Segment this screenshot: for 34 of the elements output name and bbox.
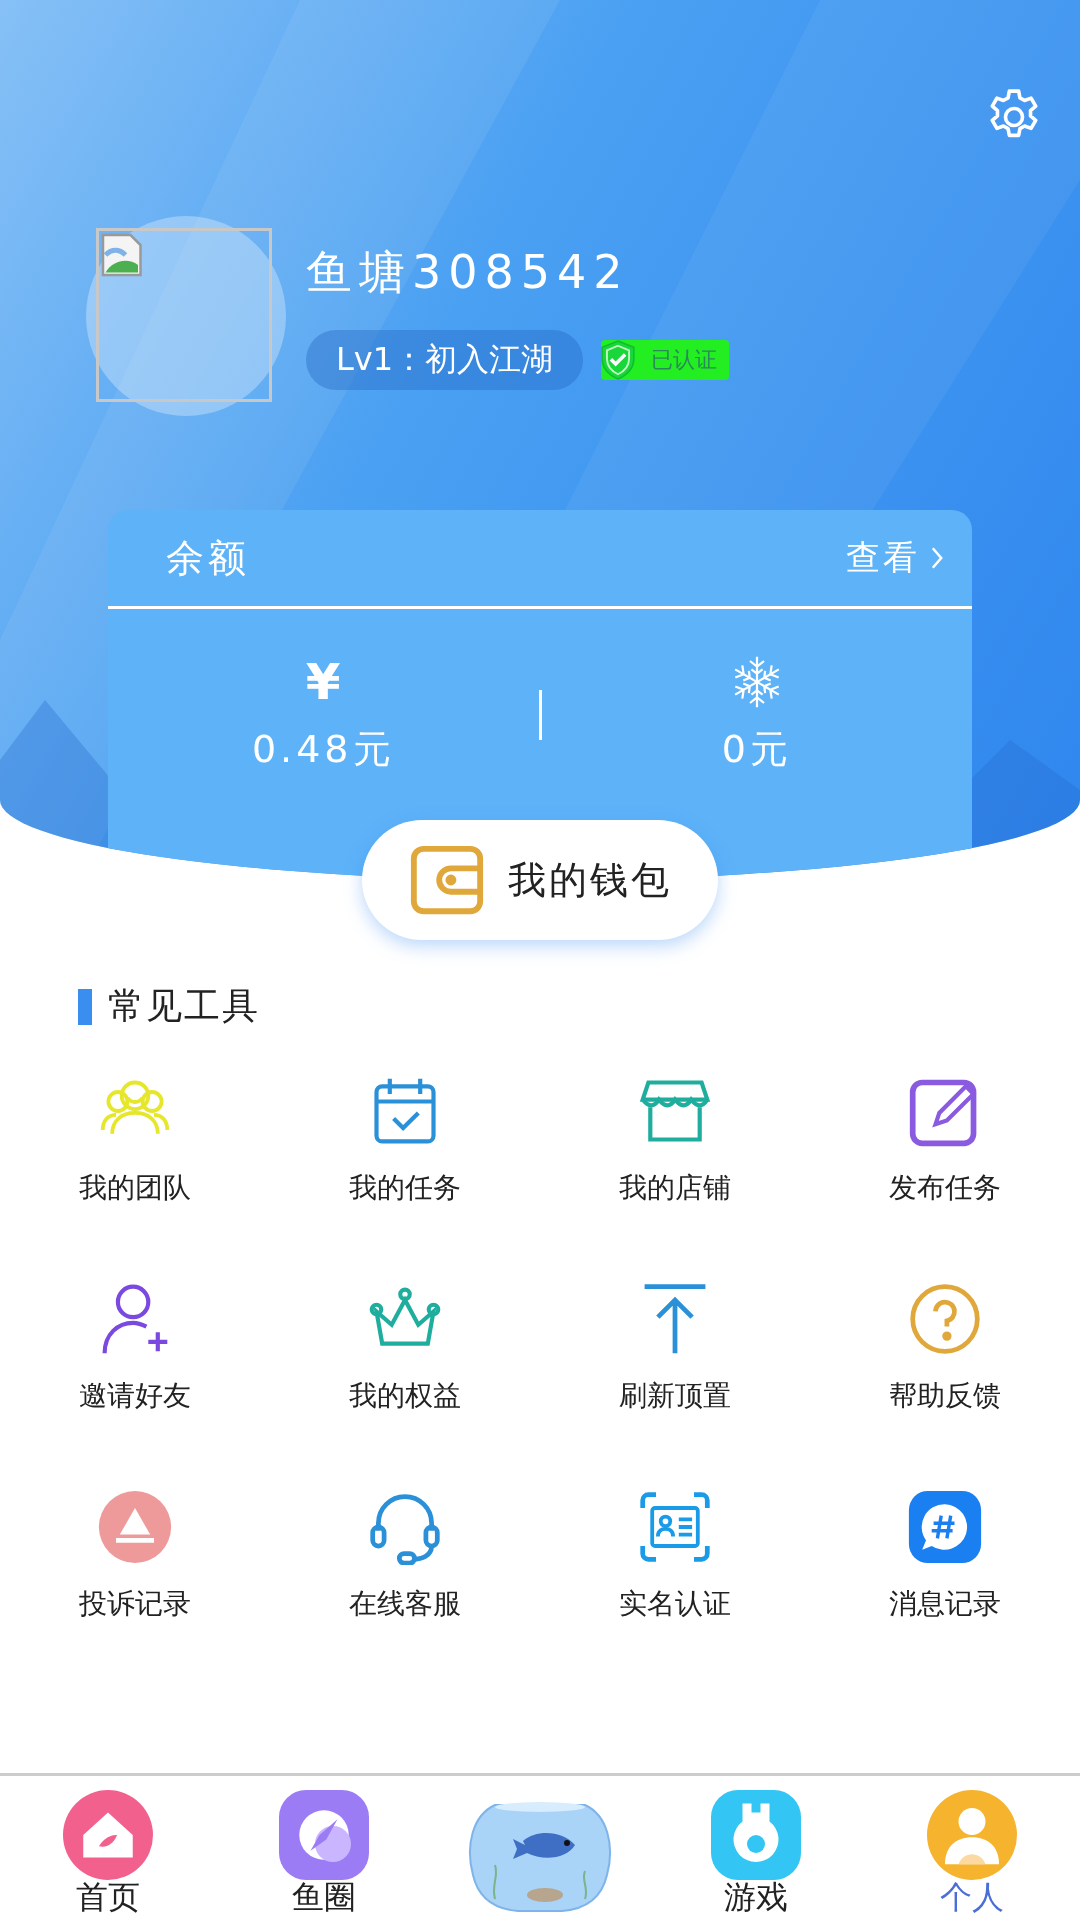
tool-item[interactable]: 实名认证 <box>540 1487 810 1687</box>
tool-item[interactable]: 刷新顶置 <box>540 1279 810 1479</box>
help-icon <box>907 1281 983 1357</box>
wallet-button[interactable]: 我的钱包 <box>362 820 718 940</box>
tool-item[interactable]: 邀请好友 <box>0 1279 270 1479</box>
level-badge: Lv1：初入江湖 <box>306 330 584 390</box>
nav-tab[interactable]: 个人 <box>882 1790 1062 1920</box>
section-marker <box>78 988 92 1025</box>
section-title: 常见工具 <box>108 984 260 1028</box>
tool-item[interactable]: 我的团队 <box>0 1071 270 1271</box>
tool-item[interactable]: 消息记录 <box>810 1487 1080 1687</box>
verified-badge: 已认证 <box>601 340 730 380</box>
available-amount: 0.48元 <box>251 726 395 773</box>
message-icon <box>907 1489 983 1565</box>
home-icon <box>63 1790 153 1880</box>
tool-item[interactable]: 我的店铺 <box>540 1071 810 1271</box>
chevron-icon <box>930 545 944 571</box>
yen-sign: ¥ <box>305 654 341 710</box>
tool-item[interactable]: 帮助反馈 <box>810 1279 1080 1479</box>
tool-item[interactable]: 发布任务 <box>810 1071 1080 1271</box>
shield-check-icon <box>599 339 638 381</box>
tool-item[interactable]: 投诉记录 <box>0 1487 270 1687</box>
nav-tab[interactable]: 首页 <box>18 1790 198 1920</box>
tool-item[interactable]: 在线客服 <box>270 1487 540 1687</box>
user-name: 鱼塘308542 <box>306 244 631 301</box>
id-card-icon <box>637 1489 713 1565</box>
compass-icon <box>279 1790 369 1880</box>
frozen-amount: 0元 <box>721 726 792 773</box>
nav-tab[interactable]: 游戏 <box>666 1790 846 1920</box>
nav-tab[interactable]: 鱼圈 <box>234 1790 414 1920</box>
tool-item[interactable]: 我的权益 <box>270 1279 540 1479</box>
balance-title: 余额 <box>166 534 250 582</box>
person-icon <box>927 1790 1017 1880</box>
tool-item[interactable]: 我的任务 <box>270 1071 540 1271</box>
